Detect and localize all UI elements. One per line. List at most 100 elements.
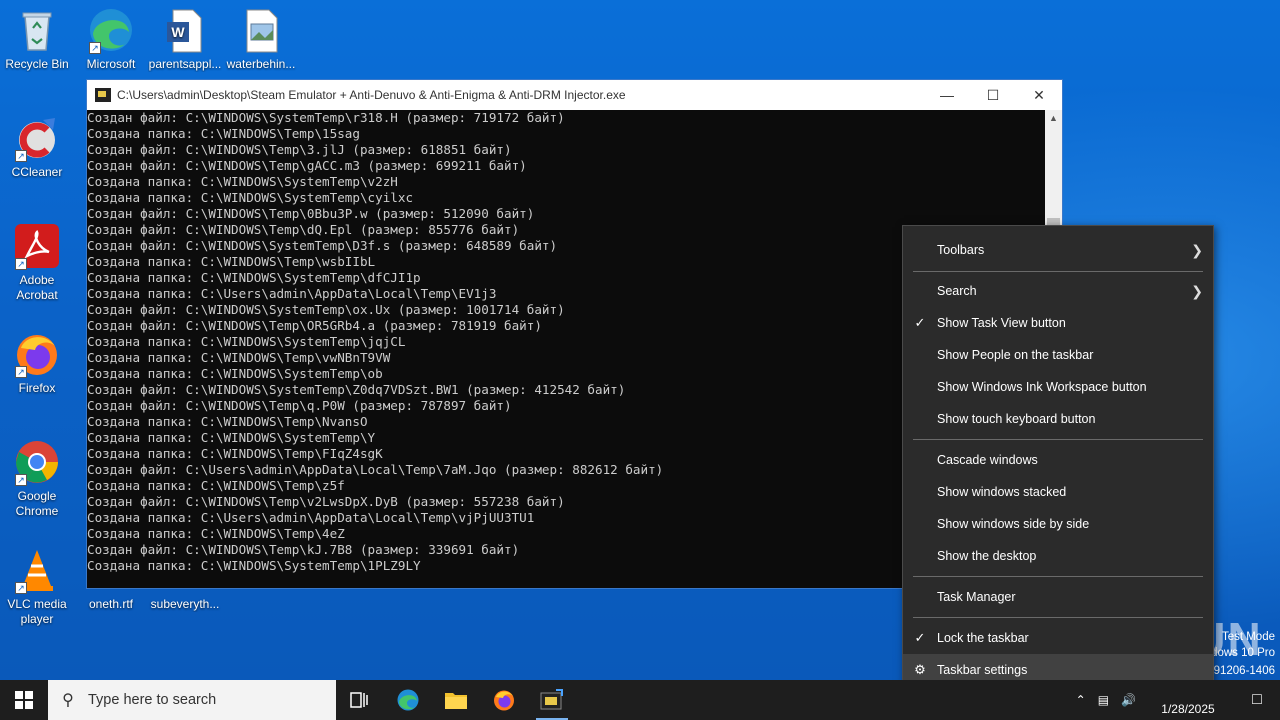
- console-app-icon: [95, 88, 111, 102]
- console-line: Создан файл: C:\WINDOWS\Temp\gACC.m3 (ра…: [87, 158, 527, 173]
- menu-item-show-touch-keyboard[interactable]: Show touch keyboard button: [903, 403, 1213, 435]
- taskbar-search-box[interactable]: ⚲ Type here to search: [48, 680, 336, 720]
- menu-item-label: Show Task View button: [937, 316, 1066, 330]
- menu-item-label: Show People on the taskbar: [937, 348, 1094, 362]
- desktop-icon-label: Adobe Acrobat: [16, 273, 58, 302]
- notification-icon[interactable]: □: [1234, 691, 1280, 709]
- taskbar-console-button[interactable]: [528, 680, 576, 720]
- menu-item-label: Lock the taskbar: [937, 631, 1029, 645]
- shortcut-arrow-icon: ↗: [15, 150, 27, 162]
- menu-item-label: Show the desktop: [937, 549, 1037, 563]
- image-file-icon: [237, 6, 285, 54]
- task-view-icon: [350, 692, 368, 708]
- edge-icon: ↗: [87, 6, 135, 54]
- desktop-icon-firefox[interactable]: ↗ Firefox: [0, 330, 74, 396]
- maximize-button[interactable]: ☐: [970, 80, 1016, 110]
- console-titlebar[interactable]: C:\Users\admin\Desktop\Steam Emulator + …: [87, 80, 1062, 110]
- menu-item-show-desktop[interactable]: Show the desktop: [903, 540, 1213, 572]
- system-tray: ⌃ ▤ 🔊 1/28/2025 □: [1070, 680, 1280, 720]
- desktop-icon-edge[interactable]: ↗ Microsoft Edge: [74, 6, 148, 72]
- close-button[interactable]: ✕: [1016, 80, 1062, 110]
- menu-item-toolbars[interactable]: Toolbars ❯: [903, 234, 1213, 266]
- chrome-icon: ↗: [13, 438, 61, 486]
- taskbar-firefox-button[interactable]: [480, 680, 528, 720]
- taskbar-explorer-button[interactable]: [432, 680, 480, 720]
- task-view-button[interactable]: [336, 680, 384, 720]
- os-edition: dows 10 Pro: [1211, 647, 1275, 659]
- word-doc-icon: W: [161, 6, 209, 54]
- chevron-up-icon[interactable]: ⌃: [1070, 693, 1092, 707]
- menu-item-label: Toolbars: [937, 243, 985, 257]
- checkmark-icon: ✓: [914, 315, 926, 330]
- desktop-icon-vlc[interactable]: ↗ VLC media player: [0, 546, 74, 627]
- menu-item-show-ink-workspace[interactable]: Show Windows Ink Workspace button: [903, 371, 1213, 403]
- desktop-icon-adobe-acrobat[interactable]: ↗ Adobe Acrobat: [0, 222, 74, 303]
- menu-item-label: Show windows stacked: [937, 485, 1067, 499]
- menu-item-show-people[interactable]: Show People on the taskbar: [903, 339, 1213, 371]
- taskbar-context-menu[interactable]: Toolbars ❯ Search ❯ ✓ Show Task View but…: [902, 225, 1214, 687]
- menu-item-label: Show touch keyboard button: [937, 412, 1096, 426]
- vlc-icon: ↗: [13, 546, 61, 594]
- menu-separator: [913, 576, 1203, 577]
- checkmark-icon: ✓: [914, 630, 926, 645]
- desktop-icon-label: waterbehin...: [226, 57, 296, 71]
- minimize-button[interactable]: —: [924, 80, 970, 110]
- menu-separator: [913, 271, 1203, 272]
- menu-separator: [913, 617, 1203, 618]
- windows-logo-icon: [15, 691, 33, 709]
- shortcut-arrow-icon: ↗: [15, 582, 27, 594]
- desktop-icon-label: Google Chrome: [15, 489, 59, 518]
- menu-item-label: Taskbar settings: [937, 663, 1028, 677]
- menu-item-label: Task Manager: [937, 590, 1016, 604]
- console-title: C:\Users\admin\Desktop\Steam Emulator + …: [117, 88, 626, 102]
- acrobat-icon: ↗: [13, 222, 61, 270]
- network-icon[interactable]: ▤: [1092, 693, 1115, 707]
- desktop-icon-label: parentsappl...: [148, 57, 222, 71]
- search-placeholder: Type here to search: [88, 692, 217, 708]
- desktop-icon-ccleaner[interactable]: ↗ CCleaner: [0, 114, 74, 180]
- taskbar-edge-button[interactable]: [384, 680, 432, 720]
- svg-text:W: W: [171, 24, 185, 40]
- ccleaner-icon: ↗: [13, 114, 61, 162]
- shortcut-arrow-icon: ↗: [15, 258, 27, 270]
- menu-item-side-by-side[interactable]: Show windows side by side: [903, 508, 1213, 540]
- shortcut-arrow-icon: ↗: [89, 42, 101, 54]
- menu-item-lock-taskbar[interactable]: ✓ Lock the taskbar: [903, 622, 1213, 654]
- search-icon: ⚲: [62, 692, 74, 709]
- menu-item-label: Search: [937, 284, 977, 298]
- folder-icon: [445, 693, 467, 709]
- menu-item-label: Show windows side by side: [937, 517, 1090, 531]
- shortcut-arrow-icon: ↗: [15, 366, 27, 378]
- desktop-icon-recycle-bin[interactable]: Recycle Bin: [0, 6, 74, 72]
- volume-icon[interactable]: 🔊: [1115, 693, 1142, 707]
- console-app-icon: [540, 689, 563, 710]
- edge-icon: [397, 689, 419, 711]
- menu-item-cascade-windows[interactable]: Cascade windows: [903, 444, 1213, 476]
- menu-item-label: Show Windows Ink Workspace button: [937, 380, 1147, 394]
- console-line: Создан файл: C:\WINDOWS\Temp\3.jlJ (разм…: [87, 142, 512, 157]
- desktop-icon-label: oneth.rtf: [88, 597, 134, 611]
- menu-item-show-task-view[interactable]: ✓ Show Task View button: [903, 307, 1213, 339]
- menu-item-label: Cascade windows: [937, 453, 1038, 467]
- menu-item-search[interactable]: Search ❯: [903, 275, 1213, 307]
- desktop-icon-google-chrome[interactable]: ↗ Google Chrome: [0, 438, 74, 519]
- chevron-right-icon: ❯: [1191, 241, 1203, 258]
- desktop-icon-label: Firefox: [18, 381, 56, 395]
- desktop-icon-label: CCleaner: [11, 165, 63, 179]
- console-line: Создана папка: C:\WINDOWS\Temp\15sag: [87, 126, 360, 141]
- taskbar[interactable]: ⚲ Type here to search ⌃ ▤ 🔊 1/28/2025 □: [0, 680, 1280, 720]
- start-button[interactable]: [0, 680, 48, 720]
- desktop-icon-label: Recycle Bin: [5, 57, 69, 71]
- menu-item-windows-stacked[interactable]: Show windows stacked: [903, 476, 1213, 508]
- shortcut-arrow-icon: ↗: [15, 474, 27, 486]
- clock-date[interactable]: 1/28/2025: [1142, 684, 1234, 716]
- gear-icon: ⚙: [914, 662, 926, 677]
- desktop-icon-label: VLC media player: [7, 597, 67, 626]
- desktop-icon-parentsappl[interactable]: W parentsappl...: [148, 6, 222, 72]
- desktop-icon-waterbehin[interactable]: waterbehin...: [224, 6, 298, 72]
- console-line: Создана папка: C:\WINDOWS\SystemTemp\v2z…: [87, 174, 398, 189]
- scroll-up-icon[interactable]: ▲: [1045, 110, 1062, 127]
- chevron-right-icon: ❯: [1191, 282, 1203, 299]
- menu-item-task-manager[interactable]: Task Manager: [903, 581, 1213, 613]
- console-line: Создан файл: C:\WINDOWS\Temp\0Bbu3P.w (р…: [87, 206, 535, 221]
